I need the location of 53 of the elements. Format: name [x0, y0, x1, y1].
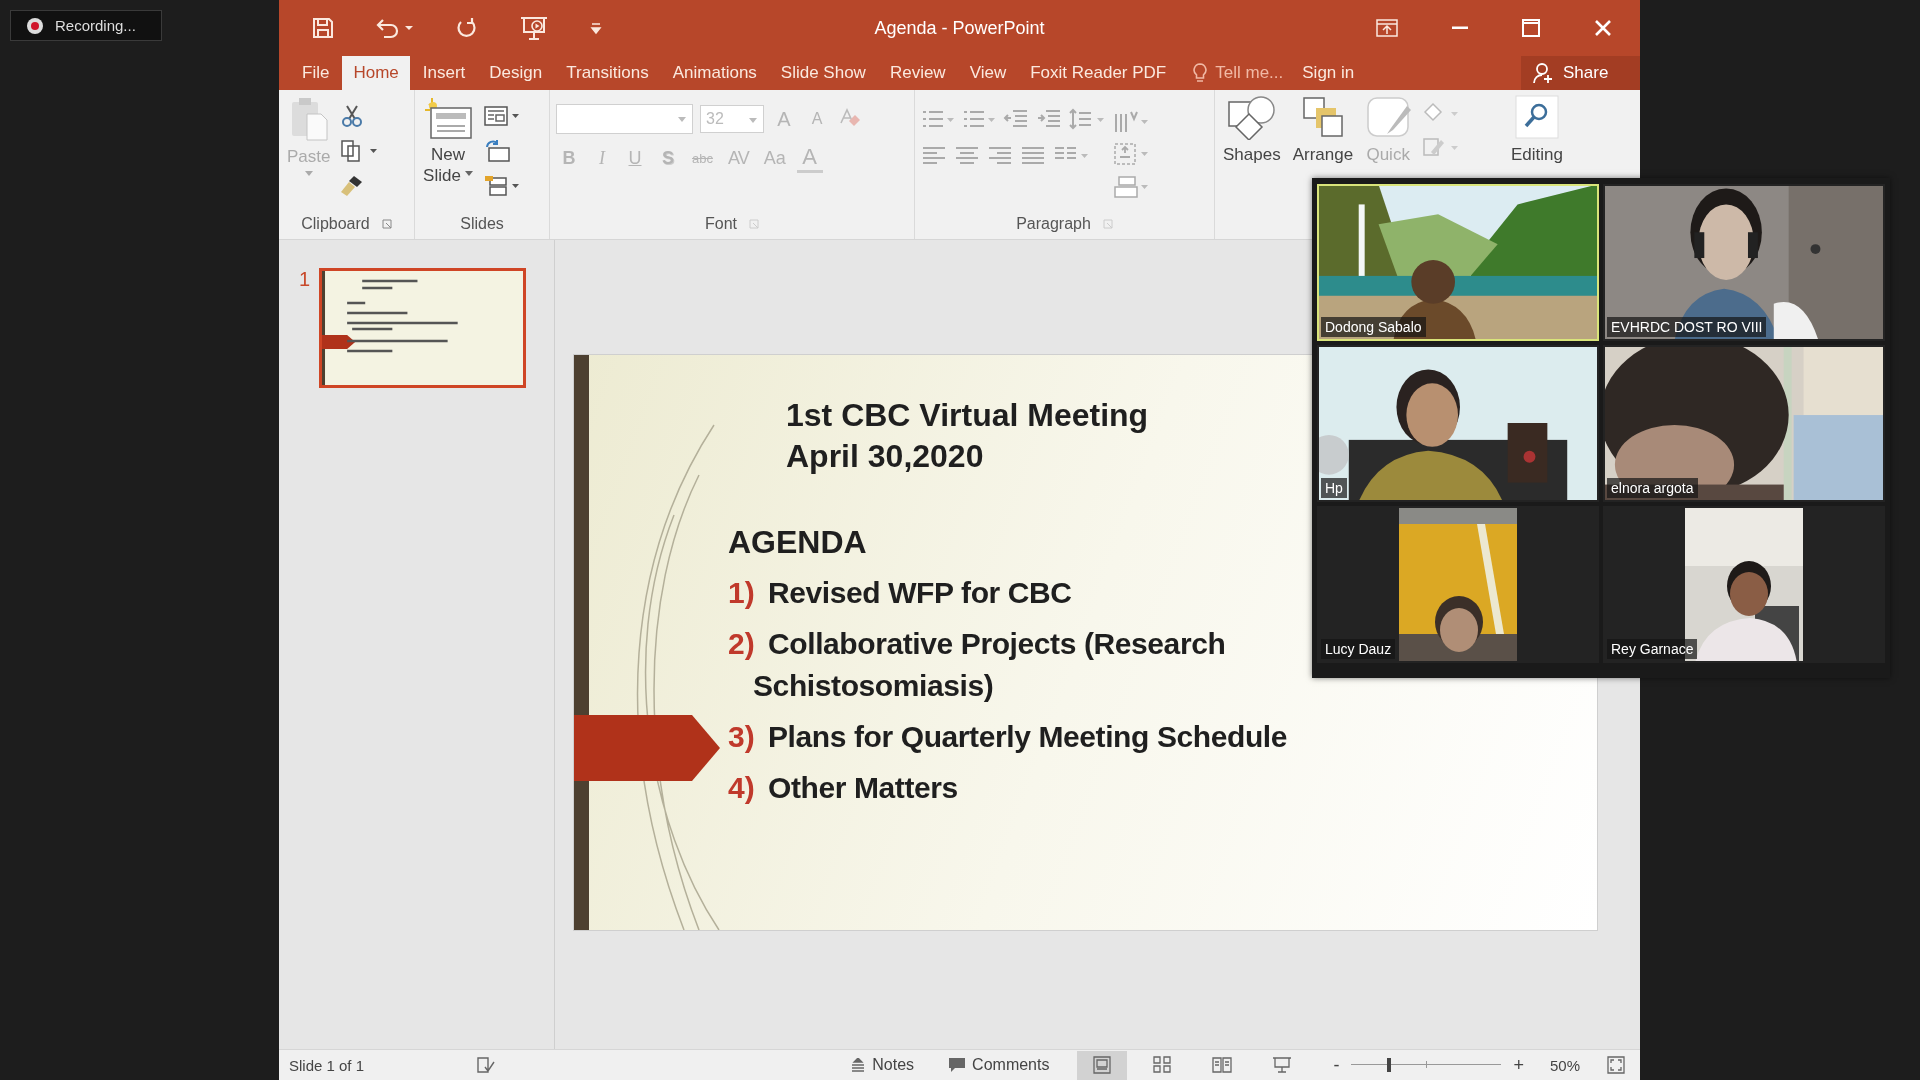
slide-count: Slide 1 of 1	[289, 1056, 365, 1074]
ribbon-tab[interactable]: Animations	[661, 56, 768, 90]
ribbon-tab[interactable]: View	[958, 56, 1018, 90]
item-number: 1)	[728, 575, 756, 611]
video-tile[interactable]: Hp	[1317, 345, 1599, 502]
shapes-button[interactable]: Shapes	[1221, 94, 1283, 167]
comments-button[interactable]: Comments	[942, 1055, 1056, 1075]
group-label: Font	[705, 215, 737, 233]
zoom-in-button[interactable]: +	[1513, 1054, 1524, 1076]
ribbon-tab[interactable]: Design	[478, 56, 554, 90]
video-tile[interactable]: elnora argota	[1603, 345, 1885, 502]
slide-title: 1st CBC Virtual Meeting	[786, 396, 1150, 435]
new-slide-button[interactable]: New Slide	[421, 94, 475, 188]
agenda-item: Other Matters	[768, 770, 958, 806]
participant-name: Rey Garnace	[1607, 639, 1698, 659]
arrange-button[interactable]: Arrange	[1290, 94, 1356, 167]
recording-label: Recording...	[55, 17, 136, 34]
slide-title: April 30,2020	[786, 437, 985, 476]
item-number: 3)	[728, 719, 756, 755]
item-number: 4)	[728, 770, 756, 806]
share-button[interactable]: Share	[1521, 56, 1640, 90]
slide-heading: AGENDA	[728, 523, 868, 562]
ribbon-tab[interactable]: Transitions	[555, 56, 660, 90]
ribbon-tab[interactable]: Slide Show	[769, 56, 877, 90]
group-label: Slides	[460, 215, 504, 233]
video-tile[interactable]: Dodong Sabalo	[1317, 184, 1599, 341]
participant-name: Dodong Sabalo	[1321, 317, 1426, 337]
group-label: Paragraph	[1016, 215, 1091, 233]
agenda-item: Plans for Quarterly Meeting Schedule	[768, 719, 1288, 755]
agenda-item: Collaborative Projects (Research	[768, 626, 1226, 662]
participant-name: elnora argota	[1607, 478, 1698, 498]
video-tile[interactable]: EVHRDC DOST RO VIII	[1603, 184, 1885, 341]
agenda-item: Schistosomiasis)	[753, 668, 995, 704]
window-title: Agenda - PowerPoint	[874, 17, 1045, 39]
tell-me-field[interactable]: Tell me...	[1215, 63, 1284, 83]
notes-button[interactable]: Notes	[844, 1055, 921, 1075]
editing-button[interactable]: Editing	[1509, 94, 1565, 167]
ribbon-tab[interactable]: Review	[878, 56, 957, 90]
video-tile[interactable]: Lucy Dauz	[1317, 506, 1599, 663]
participant-name: Lucy Dauz	[1321, 639, 1396, 659]
video-tile[interactable]: Rey Garnace	[1603, 506, 1885, 663]
ribbon-tab[interactable]: Insert	[411, 56, 477, 90]
zoom-level[interactable]: 50%	[1549, 1056, 1580, 1074]
agenda-item: Revised WFP for CBC	[768, 575, 1072, 611]
group-label: Clipboard	[301, 215, 370, 233]
participant-name: EVHRDC DOST RO VIII	[1607, 317, 1767, 337]
slide-number: 1	[299, 268, 311, 292]
participant-name: Hp	[1321, 478, 1347, 498]
ribbon-tab[interactable]: Home	[342, 56, 410, 90]
ribbon-tab[interactable]: File	[291, 56, 341, 90]
zoom-out-button[interactable]: -	[1333, 1054, 1340, 1076]
sign-in-link[interactable]: Sign in	[1291, 56, 1366, 90]
ribbon-tab[interactable]: Foxit Reader PDF	[1019, 56, 1178, 90]
